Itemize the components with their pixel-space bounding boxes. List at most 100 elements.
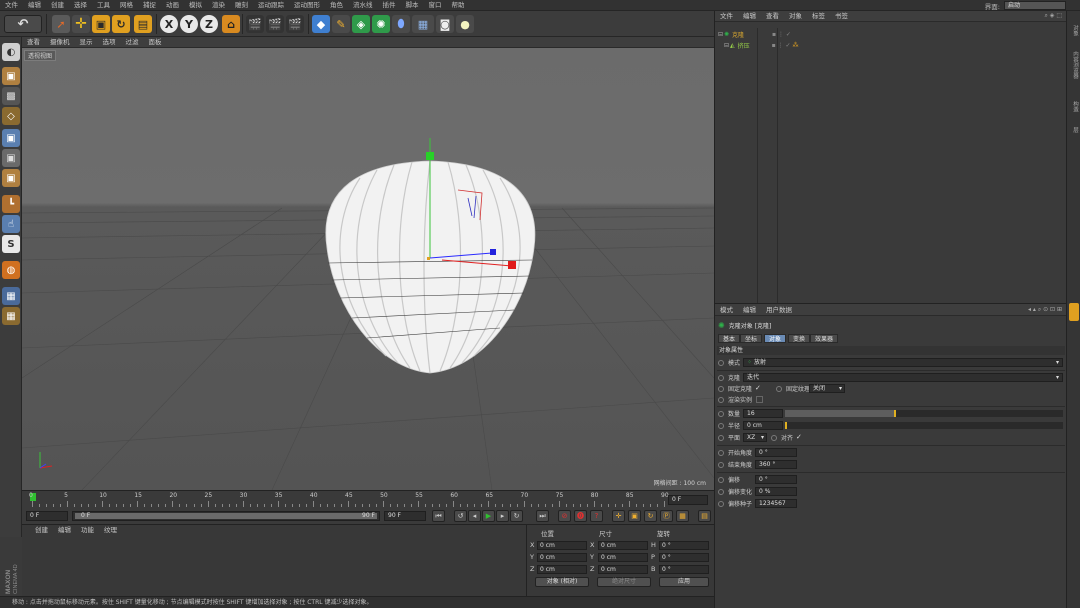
viewport-menu-item[interactable]: 过滤: [121, 37, 144, 48]
pos-x-field[interactable]: 0 cm: [537, 541, 587, 550]
keyframe-dot[interactable]: [776, 385, 783, 392]
polygons-mode-icon[interactable]: ▣: [2, 169, 20, 187]
object-row-cloner[interactable]: ⊟ ✺ 克隆 ▪ ⋮ ✓: [718, 29, 791, 39]
goto-start-icon[interactable]: ⏮: [432, 510, 445, 522]
recent-tool-icon[interactable]: ▤: [134, 15, 152, 33]
fix-texture-select[interactable]: 关闭 ▾: [809, 384, 845, 393]
viewport-menu-item[interactable]: 摄像机: [45, 37, 75, 48]
lock-workplane-icon[interactable]: ◍: [2, 261, 20, 279]
viewport-menu-item[interactable]: 面板: [144, 37, 167, 48]
coordinate-system-icon[interactable]: ⌂: [222, 15, 240, 33]
end-angle-field[interactable]: 360 °: [755, 460, 797, 469]
key-position-icon[interactable]: ✛: [612, 510, 625, 522]
keyframe-dot[interactable]: [718, 434, 724, 441]
viewport-menu-item[interactable]: 显示: [75, 37, 98, 48]
record-key-icon[interactable]: ⊘: [558, 510, 571, 522]
menu-item[interactable]: 文件: [0, 0, 23, 11]
snap-icon[interactable]: S: [2, 235, 20, 253]
key-scale-icon[interactable]: ▣: [628, 510, 641, 522]
keyframe-dot[interactable]: [718, 488, 724, 495]
attributes-side-tab-icon[interactable]: [1069, 303, 1079, 321]
rot-b-field[interactable]: 0 °: [659, 565, 709, 574]
undo-icon[interactable]: ↶: [4, 15, 42, 33]
light-icon[interactable]: ●: [456, 15, 474, 33]
keyframe-dot[interactable]: [718, 410, 724, 417]
rotate-icon[interactable]: ↻: [112, 15, 130, 33]
model-mode-icon[interactable]: ▣: [2, 67, 20, 85]
timeline-window-icon[interactable]: ▤: [698, 510, 711, 522]
side-tab-structure[interactable]: 构造: [1069, 101, 1079, 112]
side-tab-layers[interactable]: 层: [1069, 127, 1079, 133]
edit-render-settings-icon[interactable]: 🎬: [286, 15, 304, 33]
menu-item[interactable]: 网格: [115, 0, 138, 11]
object-menu-item[interactable]: 文件: [715, 11, 738, 22]
om-search-icon[interactable]: ⌕ ◈ ⬚: [1032, 12, 1062, 21]
side-tab-content-browser[interactable]: 内容浏览器: [1069, 51, 1079, 79]
menu-item[interactable]: 窗口: [424, 0, 447, 11]
rot-h-field[interactable]: 0 °: [659, 541, 709, 550]
z-axis-icon[interactable]: Z: [200, 15, 218, 33]
points-mode-icon[interactable]: ▣: [2, 129, 20, 147]
offset-seed-field[interactable]: 1234567: [755, 499, 797, 508]
planar-workplane-icon[interactable]: ▦: [2, 287, 20, 305]
tab-effectors[interactable]: 效果器: [810, 334, 839, 343]
workplane-mode-icon[interactable]: ◇: [2, 107, 20, 125]
key-rotation-icon[interactable]: ↻: [644, 510, 657, 522]
clones-select[interactable]: 迭代 ▾: [743, 373, 1063, 382]
menu-item[interactable]: 渲染: [207, 0, 230, 11]
menu-item[interactable]: 运动跟踪: [253, 0, 289, 11]
size-y-field[interactable]: 0 cm: [598, 553, 648, 562]
play-icon[interactable]: ▶: [482, 510, 495, 522]
mode-select[interactable]: ⁘ 放射 ▾: [743, 358, 1063, 367]
viewport-menu-item[interactable]: 选项: [98, 37, 121, 48]
radius-slider[interactable]: [785, 422, 1063, 429]
size-z-field[interactable]: 0 cm: [598, 565, 648, 574]
keyframe-dot[interactable]: [718, 374, 724, 381]
key-parameter-icon[interactable]: Ⓟ: [660, 510, 673, 522]
plane-select[interactable]: XZ ▾: [743, 433, 767, 442]
attribute-menu-item[interactable]: 用户数据: [761, 304, 797, 316]
start-angle-field[interactable]: 0 °: [755, 448, 797, 457]
keyframe-dot[interactable]: [718, 449, 724, 456]
render-instances-checkbox[interactable]: [756, 396, 764, 403]
object-name[interactable]: 克隆: [732, 30, 770, 39]
perspective-viewport[interactable]: 透视视图 网格间距 : 100 cm: [22, 48, 714, 490]
goto-end-icon[interactable]: ⏭: [536, 510, 549, 522]
subdivision-icon[interactable]: ◈: [352, 15, 370, 33]
menu-item[interactable]: 雕刻: [230, 0, 253, 11]
menu-item[interactable]: 插件: [378, 0, 401, 11]
offset-variation-field[interactable]: 0 %: [755, 487, 797, 496]
side-tab-objects[interactable]: 对象: [1069, 25, 1079, 36]
next-frame-icon[interactable]: ▸: [496, 510, 509, 522]
texture-mode-icon[interactable]: ▩: [2, 87, 20, 105]
cube-icon[interactable]: ◆: [312, 15, 330, 33]
count-slider[interactable]: [785, 410, 1063, 417]
layout-select[interactable]: 启动: [1004, 1, 1066, 10]
fix-clone-checkbox[interactable]: ✓: [755, 385, 762, 392]
make-editable-icon[interactable]: ◐: [2, 43, 20, 61]
menu-item[interactable]: 模拟: [184, 0, 207, 11]
prev-key-icon[interactable]: ↺: [454, 510, 467, 522]
coordinate-mode-select[interactable]: 对象 (相对): [535, 577, 589, 587]
menu-item[interactable]: 编辑: [23, 0, 46, 11]
viewport-menu-item[interactable]: 查看: [22, 37, 45, 48]
end-frame-field[interactable]: 90 F: [384, 511, 426, 521]
start-frame-field[interactable]: 0 F: [26, 511, 68, 521]
cloner-icon[interactable]: ✺: [372, 15, 390, 33]
attribute-menu-item[interactable]: 编辑: [738, 304, 761, 316]
keyframe-dot[interactable]: [771, 434, 777, 441]
deformer-icon[interactable]: ⬮: [392, 15, 410, 33]
axis-mode-icon[interactable]: ┗: [2, 195, 20, 213]
size-x-field[interactable]: 0 cm: [598, 541, 648, 550]
visibility-toggle[interactable]: ▪ ⋮ ✓ ⁂: [772, 42, 799, 49]
count-field[interactable]: 16: [743, 409, 783, 418]
key-pla-icon[interactable]: ▦: [676, 510, 689, 522]
offset-field[interactable]: 0 °: [755, 475, 797, 484]
floor-icon[interactable]: ▦: [412, 15, 434, 33]
keyframe-dot[interactable]: [718, 500, 724, 507]
menu-item[interactable]: 捕捉: [138, 0, 161, 11]
solo-icon[interactable]: ▦: [2, 307, 20, 325]
object-menu-item[interactable]: 查看: [761, 11, 784, 22]
keyframe-dot[interactable]: [718, 359, 724, 366]
x-axis-icon[interactable]: X: [160, 15, 178, 33]
